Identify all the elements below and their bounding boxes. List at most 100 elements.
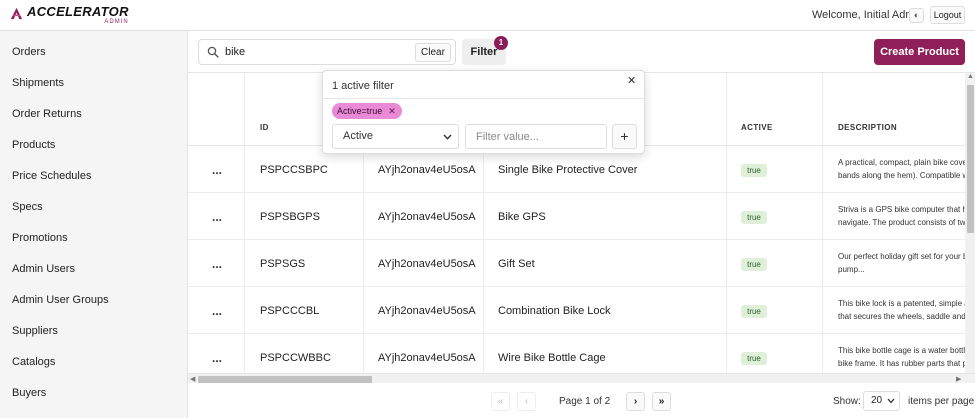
description-line: pump... [838,265,865,274]
cell-owner: AYjh2onav4eU5osA [378,211,476,223]
chevron-down-icon [887,398,895,404]
sidebar-item-products[interactable]: Products [12,139,55,151]
logout-button[interactable]: Logout [930,6,965,24]
popover-divider [323,98,644,99]
description-line: A practical, compact, plain bike cover [838,158,970,167]
sidebar-item-admin-user-groups[interactable]: Admin User Groups [12,294,109,306]
toolbar: Clear Filter 1 Create Product [188,31,975,73]
sidebar-item-price-schedules[interactable]: Price Schedules [12,170,92,182]
chevron-down-icon [443,134,452,140]
cell-name: Combination Bike Lock [498,305,611,317]
active-badge: true [741,352,767,365]
scroll-right-arrow-icon[interactable]: ▶ [956,375,961,383]
brand-name: ACCELERATOR [27,4,129,19]
sidebar-item-admin-users[interactable]: Admin Users [12,263,75,275]
cell-owner: AYjh2onav4eU5osA [378,352,476,364]
filter-popover: 1 active filter ✕ Active=true ✕ Active + [322,70,645,154]
sidebar: Orders Shipments Order Returns Products … [0,31,188,418]
column-header-id[interactable]: ID [260,123,269,132]
items-per-page-label: items per page [908,396,975,407]
cell-description: A practical, compact, plain bike cover b… [838,156,975,182]
column-header-description[interactable]: DESCRIPTION [838,123,897,132]
sidebar-item-catalogs[interactable]: Catalogs [12,356,55,368]
table-row[interactable]: ... PSPCCCBL AYjh2onav4eU5osA Combinatio… [188,287,975,334]
row-actions-button[interactable]: ... [212,163,222,177]
vertical-scrollbar[interactable]: ▲ [965,73,975,373]
horizontal-scroll-thumb[interactable] [198,376,372,383]
cell-id: PSPCCCBL [260,305,320,317]
search-input[interactable] [225,44,405,60]
sidebar-item-suppliers[interactable]: Suppliers [12,325,58,337]
page-size-select[interactable]: 20 [863,391,900,411]
logo[interactable]: ACCELERATOR ADMIN [9,5,129,25]
row-actions-button[interactable]: ... [212,351,222,365]
active-badge: true [741,305,767,318]
cell-id: PSPSBGPS [260,211,320,223]
vertical-scroll-thumb[interactable] [967,85,974,233]
cell-id: PSPCCSBPC [260,164,328,176]
first-page-button[interactable]: « [491,392,510,411]
description-line: bands along the hem). Compatible w [838,171,969,180]
description-line: This bike bottle cage is a water bottle [838,346,970,355]
filter-count-badge: 1 [494,36,508,50]
cell-description: This bike lock is a patented, simple ar … [838,297,975,323]
add-filter-button[interactable]: + [612,124,637,149]
filter-value-input[interactable] [465,124,607,149]
description-line: that secures the wheels, saddle and c [838,312,972,321]
filter-field-value: Active [343,130,373,142]
sidebar-item-shipments[interactable]: Shipments [12,77,64,89]
cell-name: Gift Set [498,258,535,270]
remove-filter-icon[interactable]: ✕ [388,106,396,117]
cell-id: PSPCCWBBC [260,352,331,364]
description-line: Our perfect holiday gift set for your b [838,252,968,261]
sidebar-item-specs[interactable]: Specs [12,201,43,213]
pagination: « ‹ Page 1 of 2 › » Show: 20 items per p… [188,383,975,418]
cell-description: This bike bottle cage is a water bottle … [838,344,975,370]
scroll-left-arrow-icon[interactable]: ◀ [190,375,195,383]
popover-title: 1 active filter [332,80,394,92]
half-circle-icon: ◐ [913,10,920,20]
page-size-value: 20 [871,395,883,406]
theme-toggle-button[interactable]: ◐ [909,8,924,23]
close-icon[interactable]: ✕ [627,76,636,87]
sidebar-item-buyers[interactable]: Buyers [12,387,46,399]
filter-chip-label: Active=true [337,106,383,116]
brand-sub: ADMIN [104,19,129,25]
description-line: Striva is a GPS bike computer that he [838,205,972,214]
active-badge: true [741,258,767,271]
table-row[interactable]: ... PSPCCWBBC AYjh2onav4eU5osA Wire Bike… [188,334,975,373]
top-bar: ACCELERATOR ADMIN Welcome, Initial Admin… [0,0,975,31]
table-row[interactable]: ... PSPSGS AYjh2onav4eU5osA Gift Set tru… [188,240,975,287]
cell-description: Striva is a GPS bike computer that he na… [838,203,975,229]
horizontal-scrollbar[interactable]: ◀ ▶ [188,373,975,383]
cell-name: Bike GPS [498,211,546,223]
table-row[interactable]: ... PSPSBGPS AYjh2onav4eU5osA Bike GPS t… [188,193,975,240]
row-actions-button[interactable]: ... [212,210,222,224]
welcome-text: Welcome, Initial Admin [812,9,924,21]
cell-description: Our perfect holiday gift set for your b … [838,250,975,276]
active-badge: true [741,211,767,224]
sidebar-item-orders[interactable]: Orders [12,46,46,58]
page-indicator: Page 1 of 2 [559,396,611,407]
scroll-up-arrow-icon[interactable]: ▲ [967,73,974,80]
clear-search-button[interactable]: Clear [415,43,451,62]
filter-field-select[interactable]: Active [332,124,459,149]
row-actions-button[interactable]: ... [212,257,222,271]
row-actions-button[interactable]: ... [212,304,222,318]
search-box: Clear [198,39,456,65]
create-product-button[interactable]: Create Product [874,39,965,65]
cell-owner: AYjh2onav4eU5osA [378,305,476,317]
cell-owner: AYjh2onav4eU5osA [378,258,476,270]
sidebar-item-order-returns[interactable]: Order Returns [12,108,82,120]
active-badge: true [741,164,767,177]
cell-name: Single Bike Protective Cover [498,164,638,176]
previous-page-button[interactable]: ‹ [517,392,536,411]
sidebar-item-promotions[interactable]: Promotions [12,232,68,244]
description-line: navigate. The product consists of two [838,218,970,227]
cell-owner: AYjh2onav4eU5osA [378,164,476,176]
column-header-active[interactable]: ACTIVE [741,123,773,132]
active-filter-chip[interactable]: Active=true ✕ [332,103,402,119]
last-page-button[interactable]: » [652,392,671,411]
cell-name: Wire Bike Bottle Cage [498,352,606,364]
next-page-button[interactable]: › [626,392,645,411]
